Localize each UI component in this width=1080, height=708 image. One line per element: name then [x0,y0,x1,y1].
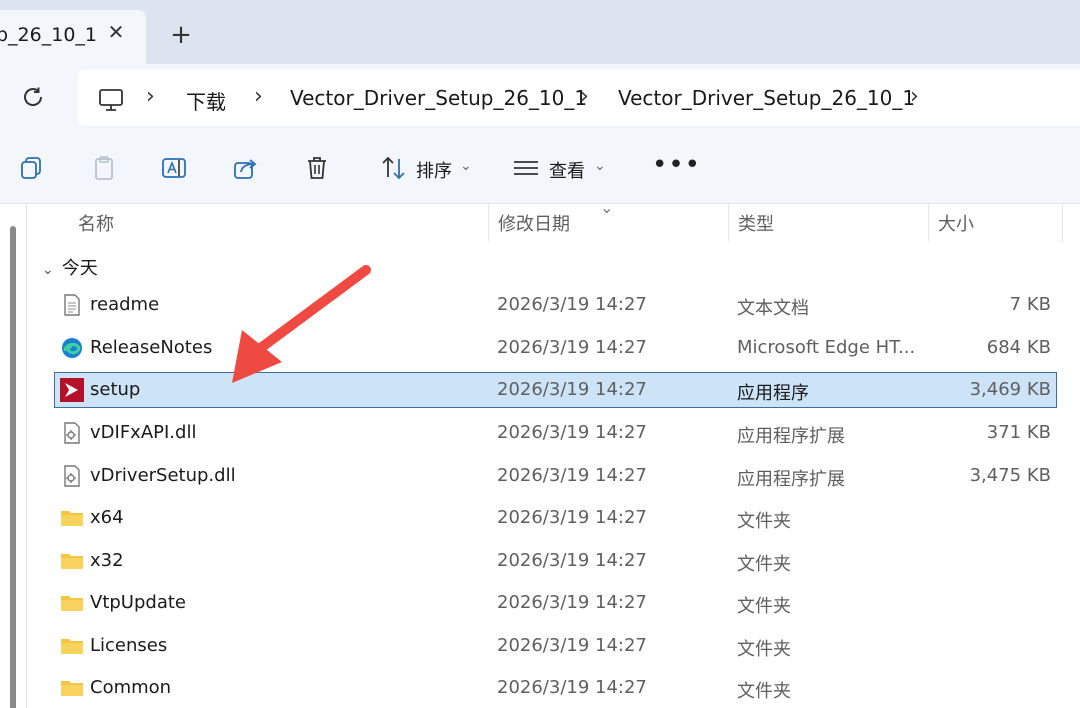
delete-icon[interactable] [303,154,331,182]
table-row[interactable]: Licenses 2026/3/19 14:27 文件夹 [54,628,1057,664]
file-name[interactable]: ReleaseNotes [90,337,212,358]
file-name[interactable]: Licenses [90,635,167,656]
share-icon[interactable] [232,154,260,182]
file-list: 名称 ⌄ 修改日期 类型 大小 ⌄ 今天 readme 2026/3/19 14:… [0,198,1080,708]
tab-active[interactable]: p_26_10_1 ✕ [0,10,146,64]
chevron-down-icon[interactable]: ⌄ [460,158,472,174]
table-row[interactable]: x64 2026/3/19 14:27 文件夹 [54,500,1057,536]
file-type: 文本文档 [737,298,809,319]
file-size: 3,475 KB [969,465,1051,486]
file-type: 文件夹 [737,511,791,532]
chevron-down-icon[interactable]: ⌄ [42,262,54,278]
table-row[interactable]: vDriverSetup.dll 2026/3/19 14:27 应用程序扩展 … [54,458,1057,494]
chevron-down-icon[interactable]: ⌄ [594,158,606,174]
table-row[interactable]: ReleaseNotes 2026/3/19 14:27 Microsoft E… [54,330,1057,366]
breadcrumb-chevron-icon[interactable]: › [580,84,589,109]
more-options-icon[interactable]: ••• [652,150,701,180]
file-date: 2026/3/19 14:27 [497,635,647,656]
file-name[interactable]: vDIFxAPI.dll [90,422,196,443]
view-icon[interactable] [512,154,540,182]
close-icon[interactable]: ✕ [104,20,128,44]
column-divider[interactable] [1062,204,1063,242]
file-type: 应用程序 [737,383,809,404]
file-size: 684 KB [986,337,1051,358]
file-name[interactable]: x32 [90,550,124,571]
column-header-type[interactable]: 类型 [738,210,774,236]
table-row[interactable]: Common 2026/3/19 14:27 文件夹 [54,670,1057,706]
file-type: 文件夹 [737,596,791,617]
this-pc-icon[interactable] [98,88,124,112]
file-type: 文件夹 [737,554,791,575]
file-size: 7 KB [1009,294,1051,315]
breadcrumb-folder-1[interactable]: Vector_Driver_Setup_26_10_1 [290,86,587,110]
divider [26,204,27,708]
folder-icon [61,596,83,611]
file-type: 应用程序扩展 [737,469,845,490]
new-tab-button[interactable]: + [166,20,196,50]
file-date: 2026/3/19 14:27 [497,294,647,315]
folder-icon [61,511,83,526]
refresh-icon[interactable] [20,84,46,110]
breadcrumb-folder-2[interactable]: Vector_Driver_Setup_26_10_1 [618,86,915,110]
file-date: 2026/3/19 14:27 [497,550,647,571]
file-type: 应用程序扩展 [737,426,845,447]
file-type: 文件夹 [737,639,791,660]
tab-strip: p_26_10_1 ✕ + [0,0,1080,64]
file-name[interactable]: vDriverSetup.dll [90,465,236,486]
sort-direction-icon: ⌄ [600,198,614,217]
group-label: 今天 [61,258,98,279]
paste-icon[interactable] [90,154,118,182]
file-name[interactable]: Common [90,677,171,698]
folder-icon [61,639,83,654]
scrollbar[interactable] [10,226,16,708]
file-size: 3,469 KB [969,379,1051,400]
table-row-selected[interactable]: setup 2026/3/19 14:27 应用程序 3,469 KB [54,372,1057,408]
address-bar[interactable]: › 下载 › Vector_Driver_Setup_26_10_1 › Vec… [78,70,1080,126]
vector-app-icon [60,378,84,402]
breadcrumb-chevron-icon[interactable]: › [910,84,919,109]
file-name[interactable]: readme [90,294,159,315]
breadcrumb-chevron-icon[interactable]: › [146,84,155,109]
breadcrumb-downloads[interactable]: 下载 [186,86,226,115]
sort-button[interactable]: 排序 [416,157,452,183]
copy-icon[interactable] [18,154,46,182]
file-name[interactable]: x64 [90,507,124,528]
file-date: 2026/3/19 14:27 [497,337,647,358]
dll-icon [64,465,80,487]
view-button[interactable]: 查看 [549,157,585,183]
file-name[interactable]: VtpUpdate [90,592,186,613]
tab-title: p_26_10_1 [0,24,98,46]
column-divider[interactable] [728,204,729,242]
dll-icon [64,422,80,444]
group-header-today[interactable]: ⌄ 今天 [42,254,98,280]
text-file-icon [64,294,80,316]
file-date: 2026/3/19 14:27 [497,465,647,486]
file-date: 2026/3/19 14:27 [497,677,647,698]
command-bar: 排序 ⌄ 查看 ⌄ ••• [0,132,1080,204]
rename-icon[interactable] [160,154,188,182]
column-header-date[interactable]: 修改日期 [498,210,570,236]
breadcrumb-chevron-icon[interactable]: › [254,84,263,109]
file-date: 2026/3/19 14:27 [497,592,647,613]
column-divider[interactable] [928,204,929,242]
file-date: 2026/3/19 14:27 [497,507,647,528]
column-divider[interactable] [488,204,489,242]
folder-icon [61,681,83,696]
table-row[interactable]: readme 2026/3/19 14:27 文本文档 7 KB [54,287,1057,323]
file-size: 371 KB [986,422,1051,443]
file-name[interactable]: setup [90,379,140,400]
table-row[interactable]: VtpUpdate 2026/3/19 14:27 文件夹 [54,585,1057,621]
column-header-name[interactable]: 名称 [78,210,114,236]
file-date: 2026/3/19 14:27 [497,422,647,443]
address-row: › 下载 › Vector_Driver_Setup_26_10_1 › Vec… [0,64,1080,132]
file-date: 2026/3/19 14:27 [497,379,647,400]
sort-icon[interactable] [380,154,408,182]
edge-icon [62,338,82,358]
file-type: Microsoft Edge HT... [737,337,916,358]
file-type: 文件夹 [737,681,791,702]
table-row[interactable]: x32 2026/3/19 14:27 文件夹 [54,543,1057,579]
table-row[interactable]: vDIFxAPI.dll 2026/3/19 14:27 应用程序扩展 371 … [54,415,1057,451]
folder-icon [61,554,83,569]
column-header-size[interactable]: 大小 [938,210,974,236]
